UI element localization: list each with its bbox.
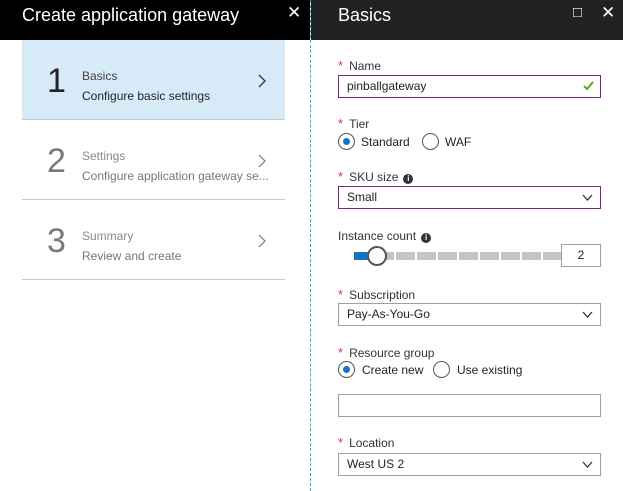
step-number: 1 <box>47 62 66 100</box>
required-icon: * <box>338 287 344 302</box>
chevron-right-icon <box>258 154 266 168</box>
basics-header: Basics □ ✕ <box>311 0 623 40</box>
slider-segment <box>417 252 436 260</box>
basics-blade: Basics □ ✕ * Name pinballgateway * Tier St… <box>310 0 623 491</box>
chevron-down-icon <box>582 461 593 468</box>
step-subtitle: Configure basic settings <box>82 89 211 103</box>
checkmark-icon <box>583 81 594 91</box>
use-existing-label: Use existing <box>457 363 523 377</box>
tier-radio-group: Standard WAF <box>338 133 601 153</box>
wizard-steps: 1 Basics Configure basic settings 2 Sett… <box>22 40 285 280</box>
slider-segment <box>459 252 478 260</box>
required-icon: * <box>338 58 344 73</box>
resource-group-label: * Resource group <box>338 345 435 360</box>
tier-standard-radio[interactable] <box>338 133 355 150</box>
create-new-label: Create new <box>362 363 424 377</box>
required-icon: * <box>338 169 344 184</box>
info-icon[interactable]: i <box>421 233 432 243</box>
subscription-value: Pay-As-You-Go <box>347 307 430 321</box>
chevron-right-icon <box>258 234 266 248</box>
step-number: 3 <box>47 222 66 260</box>
location-dropdown[interactable]: West US 2 <box>338 453 601 476</box>
maximize-button[interactable]: □ <box>573 4 582 22</box>
close-basics-button[interactable]: ✕ <box>601 4 615 22</box>
slider-segment <box>396 252 415 260</box>
slider-segment <box>543 252 562 260</box>
instance-count-value: 2 <box>577 248 585 262</box>
resource-group-radio-group: Create new Use existing <box>338 361 601 381</box>
close-blade-button[interactable]: ✕ <box>287 4 301 22</box>
slider-thumb[interactable] <box>366 246 387 266</box>
instance-count-slider[interactable] <box>354 246 562 266</box>
create-gateway-blade: Create application gateway ✕ 1 Basics Co… <box>0 0 310 491</box>
instance-count-input[interactable]: 2 <box>561 244 601 267</box>
name-value: pinballgateway <box>347 79 427 93</box>
slider-segment <box>438 252 457 260</box>
basics-title: Basics <box>338 5 392 25</box>
slider-segment <box>480 252 499 260</box>
step-number: 2 <box>47 142 66 180</box>
instance-count-label: Instance count i <box>338 229 432 243</box>
info-icon[interactable]: i <box>403 174 414 184</box>
step-subtitle: Configure application gateway se... <box>82 169 269 183</box>
step-basics[interactable]: 1 Basics Configure basic settings <box>22 40 285 120</box>
step-title: Basics <box>82 69 118 83</box>
required-icon: * <box>338 435 344 450</box>
resource-group-input[interactable] <box>338 394 601 417</box>
create-new-radio[interactable] <box>338 361 355 378</box>
chevron-down-icon <box>582 311 593 318</box>
name-label: * Name <box>338 58 382 73</box>
tier-waf-radio[interactable] <box>422 133 439 150</box>
location-value: West US 2 <box>347 457 405 471</box>
sku-size-value: Small <box>347 190 378 204</box>
location-label: * Location <box>338 435 395 450</box>
sku-size-label: * SKU size i <box>338 169 414 184</box>
subscription-label: * Subscription <box>338 287 416 302</box>
step-summary[interactable]: 3 Summary Review and create <box>22 200 285 280</box>
tier-standard-label: Standard <box>361 135 410 149</box>
chevron-down-icon <box>582 194 593 201</box>
tier-label: * Tier <box>338 116 370 131</box>
create-gateway-title: Create application gateway <box>22 5 240 25</box>
use-existing-radio[interactable] <box>433 361 450 378</box>
required-icon: * <box>338 345 344 360</box>
slider-segment <box>501 252 520 260</box>
name-input[interactable]: pinballgateway <box>338 75 601 98</box>
step-title: Settings <box>82 149 126 163</box>
step-title: Summary <box>82 229 134 243</box>
slider-segment <box>522 252 541 260</box>
step-subtitle: Review and create <box>82 249 182 263</box>
required-icon: * <box>338 116 344 131</box>
step-settings[interactable]: 2 Settings Configure application gateway… <box>22 120 285 200</box>
tier-waf-label: WAF <box>445 135 472 149</box>
app-root: Create application gateway ✕ 1 Basics Co… <box>0 0 623 491</box>
create-gateway-header: Create application gateway ✕ <box>0 0 310 40</box>
chevron-right-icon <box>258 74 266 88</box>
sku-size-dropdown[interactable]: Small <box>338 186 601 209</box>
subscription-dropdown[interactable]: Pay-As-You-Go <box>338 303 601 326</box>
